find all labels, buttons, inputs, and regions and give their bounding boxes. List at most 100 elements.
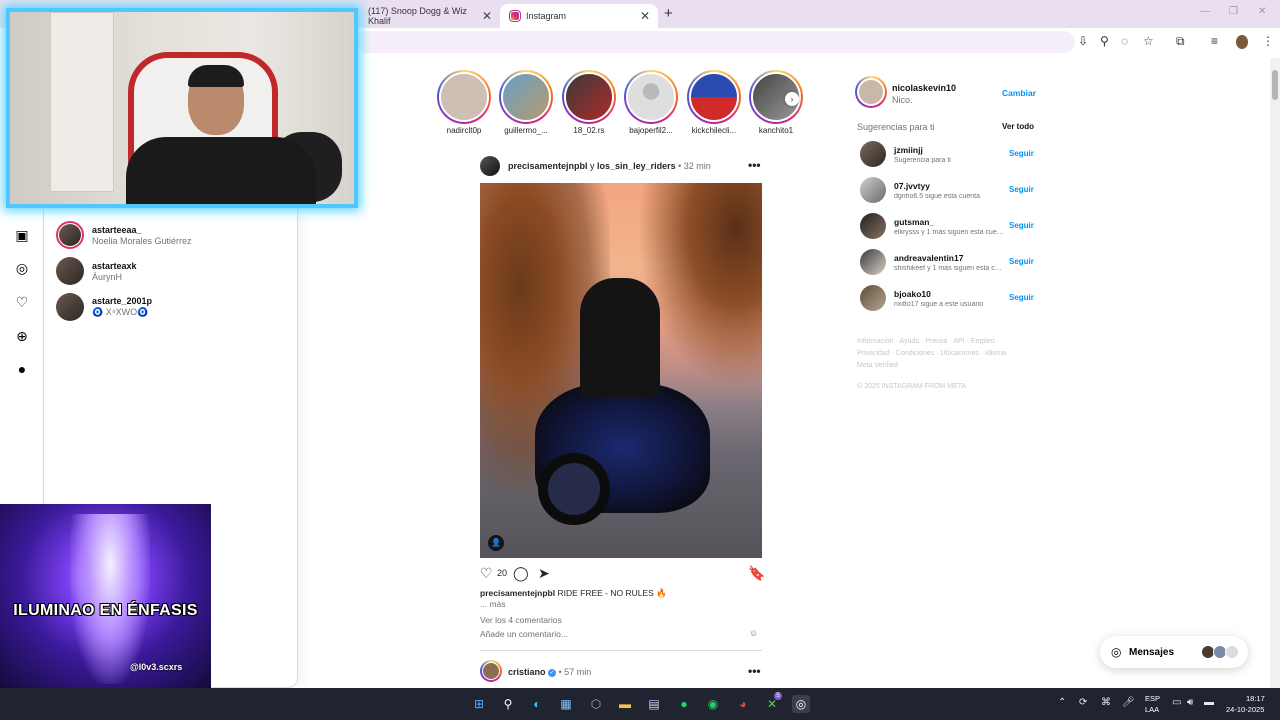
obs-icon[interactable]: ◎ xyxy=(792,695,810,713)
add-comment-input[interactable]: Añade un comentario... xyxy=(480,629,568,639)
avatar[interactable] xyxy=(860,249,886,275)
see-all-link[interactable]: Ver todo xyxy=(1002,122,1034,131)
result-username: astarteeaa_ xyxy=(92,224,142,235)
chrome-icon[interactable]: ◕ xyxy=(734,695,752,713)
share-icon[interactable]: ➤ xyxy=(538,565,550,582)
app-icon[interactable]: ⬡ xyxy=(587,695,605,713)
sync-icon[interactable]: ⟳ xyxy=(1079,697,1087,708)
footer-meta-verified[interactable]: Meta Verified xyxy=(857,362,898,369)
tab-instagram[interactable]: Instagram ✕ xyxy=(500,4,658,28)
switch-account-button[interactable]: Cambiar xyxy=(1002,88,1036,98)
windows-start-icon[interactable]: ⊞ xyxy=(470,695,488,713)
input-language[interactable]: ESP xyxy=(1145,694,1160,703)
close-window-icon[interactable]: ✕ xyxy=(1258,6,1266,17)
view-comments-link[interactable]: Ver los 4 comentarios xyxy=(480,615,562,625)
footer-links[interactable]: Información · Ayuda · Prensa · API · Emp… xyxy=(857,338,999,345)
bookmark-star-icon[interactable]: ☆ xyxy=(1143,34,1154,48)
my-username[interactable]: nicolaskevin10 xyxy=(892,83,956,93)
microphone-icon[interactable]: 🎤︎ xyxy=(1122,697,1135,708)
follow-button[interactable]: Seguir xyxy=(1009,149,1034,158)
follow-button[interactable]: Seguir xyxy=(1009,257,1034,266)
more-options-icon[interactable]: ••• xyxy=(748,664,761,678)
search-result[interactable]: astarte_2001p 🧿 X⁴XWO🧿 xyxy=(56,291,152,323)
clock-date[interactable]: 24-10-2025 xyxy=(1226,705,1264,714)
eye-off-icon[interactable]: ◌ xyxy=(1121,34,1128,48)
scrollbar-thumb[interactable] xyxy=(1272,70,1278,100)
clock-time[interactable]: 18:17 xyxy=(1246,694,1265,703)
story-item[interactable]: kickchilecli... xyxy=(684,70,744,135)
tagged-user-icon[interactable]: 👤 xyxy=(488,535,504,551)
story-ring xyxy=(437,70,491,124)
scrollbar[interactable] xyxy=(1270,58,1280,688)
like-icon[interactable]: ♡ xyxy=(480,565,493,582)
comment-icon[interactable]: ◯ xyxy=(513,565,529,582)
minimize-icon[interactable]: — xyxy=(1200,6,1210,17)
spotify-icon[interactable]: ● xyxy=(675,695,693,713)
more-options-icon[interactable]: ••• xyxy=(748,158,761,172)
close-tab-icon[interactable]: ✕ xyxy=(640,9,650,23)
avatar[interactable] xyxy=(860,213,886,239)
store-icon[interactable]: ▦ xyxy=(557,695,575,713)
chevron-up-icon[interactable]: ⌃ xyxy=(1058,697,1066,708)
post2-username[interactable]: cristiano xyxy=(508,667,546,677)
messenger-icon[interactable]: ◎ xyxy=(14,260,30,276)
search-result[interactable]: astarteeaa_ Noelia Morales Gutiérrez xyxy=(56,219,192,251)
tab-youtube[interactable]: (117) Snoop Dogg & Wiz Khalif ✕ xyxy=(358,4,500,28)
follow-button[interactable]: Seguir xyxy=(1009,221,1034,230)
story-item[interactable]: 18_02.rs xyxy=(559,70,619,135)
image-rider xyxy=(580,278,660,398)
whatsapp-icon[interactable]: ◉ xyxy=(704,695,722,713)
post-author-2[interactable]: los_sin_ley_riders xyxy=(597,161,676,171)
new-tab-button[interactable]: + xyxy=(664,5,673,22)
zoom-icon[interactable]: ⚲ xyxy=(1100,34,1109,48)
suggestion-username[interactable]: bjoako10 xyxy=(894,289,931,299)
app-icon[interactable]: ▤ xyxy=(645,695,663,713)
avatar[interactable] xyxy=(860,141,886,167)
menu-icon[interactable]: ⋮ xyxy=(1262,34,1274,48)
save-icon[interactable]: 🔖 xyxy=(748,565,765,582)
create-icon[interactable]: ⊕ xyxy=(14,328,30,344)
close-tab-icon[interactable]: ✕ xyxy=(482,9,492,23)
my-avatar[interactable] xyxy=(855,76,887,108)
search-icon[interactable]: ⚲ xyxy=(499,695,517,713)
follow-button[interactable]: Seguir xyxy=(1009,293,1034,302)
profile-avatar[interactable] xyxy=(1236,35,1248,49)
avatar[interactable] xyxy=(860,285,886,311)
suggestion-username[interactable]: gutsman_ xyxy=(894,217,934,227)
suggestion-username[interactable]: andreavalentin17 xyxy=(894,253,963,263)
post-image[interactable]: 👤 xyxy=(480,183,762,558)
profile-icon[interactable]: ● xyxy=(14,361,30,377)
media-icon[interactable]: ≡ xyxy=(1211,34,1218,48)
wifi-icon[interactable]: ▭ xyxy=(1172,697,1181,708)
post-author-avatar[interactable] xyxy=(480,156,500,176)
suggestion-username[interactable]: 07.jvvtyy xyxy=(894,181,930,191)
edge-icon[interactable]: ◐ xyxy=(528,695,546,713)
post2-author-avatar[interactable] xyxy=(480,660,502,682)
story-item[interactable]: bajoperfil2... xyxy=(621,70,681,135)
caption-username[interactable]: precisamentejnpbl xyxy=(480,588,555,598)
url-input[interactable] xyxy=(355,31,1075,53)
maximize-icon[interactable]: ❐ xyxy=(1229,6,1238,17)
suggestion-username[interactable]: jzmiinjj xyxy=(894,145,923,155)
keyboard-layout[interactable]: LAA xyxy=(1145,705,1159,714)
reels-icon[interactable]: ▣ xyxy=(14,227,30,243)
emoji-icon[interactable]: ☺ xyxy=(749,628,758,638)
heart-icon[interactable]: ♡ xyxy=(14,294,30,310)
story-ring xyxy=(624,70,678,124)
story-item[interactable]: nadirclt0p xyxy=(434,70,494,135)
post-author-1[interactable]: precisamentejnpbl xyxy=(508,161,588,171)
volume-icon[interactable]: 🔊︎ xyxy=(1187,697,1193,708)
story-item[interactable]: guillermo_... xyxy=(496,70,556,135)
instagram-icon xyxy=(509,10,521,22)
chevron-right-icon[interactable]: › xyxy=(785,92,799,106)
extensions-icon[interactable]: ⧉ xyxy=(1176,34,1185,49)
install-icon[interactable]: ⇩ xyxy=(1078,34,1088,48)
follow-button[interactable]: Seguir xyxy=(1009,185,1034,194)
footer-links[interactable]: Privacidad · Condiciones · Ubicaciones ·… xyxy=(857,350,1010,357)
caption-more-link[interactable]: ... más xyxy=(480,599,506,609)
file-explorer-icon[interactable]: ▬ xyxy=(616,695,634,713)
battery-icon[interactable]: ▬ xyxy=(1204,697,1214,708)
network-icon[interactable]: ⌘ xyxy=(1101,697,1111,708)
avatar[interactable] xyxy=(860,177,886,203)
search-result[interactable]: astarteaxk ÁurynH xyxy=(56,255,137,287)
